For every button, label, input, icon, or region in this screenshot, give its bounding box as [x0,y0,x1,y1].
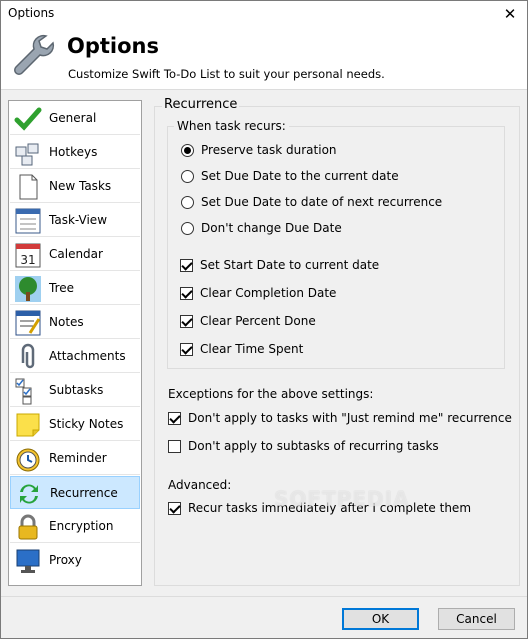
alarm-clock-icon [16,448,40,472]
sidebar-item-sticky-notes[interactable]: Sticky Notes [10,408,140,441]
sidebar-item-proxy[interactable]: Proxy [10,544,140,577]
sidebar-item-subtasks[interactable]: Subtasks [10,374,140,407]
sidebar-item-hotkeys[interactable]: Hotkeys [10,136,140,169]
paperclip-icon [21,343,35,369]
radio-indicator[interactable] [181,169,194,183]
cancel-button[interactable]: Cancel [438,608,515,630]
sidebar-item-attachments[interactable]: Attachments [10,340,140,373]
check-clear-time-spent[interactable]: Clear Time Spent [180,342,303,356]
sidebar-item-encryption[interactable]: Encryption [10,510,140,543]
subtasks-icon [15,378,32,405]
document-icon [19,174,38,200]
radio-label: Set Due Date to the current date [201,169,399,183]
sidebar-item-general[interactable]: General [10,102,140,135]
dialog-header: Options Customize Swift To-Do List to su… [1,28,527,90]
radio-indicator[interactable] [181,221,194,235]
sidebar-item-label: Reminder [49,451,107,465]
radio-label: Don't change Due Date [201,221,342,235]
check-clear-completion-date[interactable]: Clear Completion Date [180,286,336,300]
sidebar-item-label: Subtasks [49,383,104,397]
checkbox[interactable] [168,439,181,453]
radio-indicator[interactable] [181,143,194,157]
when-task-recurs-title: When task recurs: [174,119,289,133]
checkbox[interactable] [180,314,193,328]
sidebar-item-label: Encryption [49,519,114,533]
checkbox-label: Don't apply to tasks with "Just remind m… [188,411,512,425]
sidebar-item-label: Attachments [49,349,126,363]
panel-title: Recurrence [162,97,240,112]
radio-label: Preserve task duration [201,143,337,157]
notes-icon [15,310,41,336]
header-subtitle: Customize Swift To-Do List to suit your … [68,67,385,81]
sidebar-item-reminder[interactable]: Reminder [10,442,140,475]
checkbox[interactable] [180,342,193,356]
exceptions-heading: Exceptions for the above settings: [168,387,374,401]
options-dialog: Options ✕ Options Customize Swift To-Do … [0,0,528,639]
check-set-start-date[interactable]: Set Start Date to current date [180,258,379,272]
sidebar-item-label: Tree [49,281,75,295]
radio-label: Set Due Date to date of next recurrence [201,195,443,209]
radio-preserve-duration[interactable]: Preserve task duration [181,143,337,157]
sidebar-item-new-tasks[interactable]: New Tasks [10,170,140,203]
sidebar-item-label: New Tasks [49,179,112,193]
sidebar-item-label: Sticky Notes [49,417,124,431]
header-title: Options [67,34,159,58]
checkbox-label: Clear Percent Done [200,314,316,328]
svg-text:31: 31 [20,253,35,267]
radio-due-next-recurrence[interactable]: Set Due Date to date of next recurrence [181,195,442,209]
window-title: Options [8,6,55,20]
close-icon[interactable]: ✕ [497,3,523,25]
sidebar-item-label: Proxy [49,553,82,567]
check-exclude-just-remind[interactable]: Don't apply to tasks with "Just remind m… [168,411,512,425]
radio-due-current-date[interactable]: Set Due Date to the current date [181,169,399,183]
radio-indicator[interactable] [181,195,194,209]
sidebar-item-calendar[interactable]: 31 Calendar [10,238,140,271]
checkbox-label: Clear Time Spent [200,342,304,356]
padlock-icon [18,514,38,540]
watermark: SOFTPEDIA [274,487,410,511]
sticky-note-icon [16,413,40,437]
ok-button[interactable]: OK [342,608,419,630]
sidebar-item-label: Hotkeys [49,145,98,159]
sidebar-item-notes[interactable]: Notes [10,306,140,339]
when-task-recurs-group [167,126,505,369]
title-bar: Options ✕ [1,1,527,28]
sidebar-item-label: Calendar [49,247,103,261]
checkbox[interactable] [168,411,181,425]
options-sidebar: General Hotkeys New Tasks Task-View 31 C… [8,100,142,586]
sidebar-item-task-view[interactable]: Task-View [10,204,140,237]
checkbox[interactable] [168,501,181,515]
sidebar-item-label: Task-View [49,213,108,227]
calendar-icon: 31 [15,243,41,268]
checkmark-icon [14,107,42,131]
recurrence-icon [20,484,38,504]
advanced-heading: Advanced: [168,478,232,492]
check-exclude-subtasks[interactable]: Don't apply to subtasks of recurring tas… [168,439,439,453]
dialog-footer: OK Cancel [1,596,527,638]
keyboard-icon [15,143,39,166]
recurrence-panel: Recurrence When task recurs: Preserve ta… [154,97,520,586]
sidebar-item-recurrence[interactable]: Recurrence [10,476,140,509]
task-view-icon [15,208,41,234]
sidebar-item-label: Recurrence [50,486,118,500]
sidebar-item-label: Notes [49,315,84,329]
check-clear-percent-done[interactable]: Clear Percent Done [180,314,316,328]
checkbox-label: Set Start Date to current date [200,258,380,272]
checkbox[interactable] [180,258,193,272]
tree-icon [15,276,41,302]
wrench-icon [14,34,55,75]
monitor-icon [16,549,40,573]
checkbox-label: Don't apply to subtasks of recurring tas… [188,439,439,453]
checkbox[interactable] [180,286,193,300]
sidebar-item-label: General [49,111,97,125]
sidebar-item-tree[interactable]: Tree [10,272,140,305]
checkbox-label: Clear Completion Date [200,286,337,300]
radio-dont-change-due[interactable]: Don't change Due Date [181,221,342,235]
